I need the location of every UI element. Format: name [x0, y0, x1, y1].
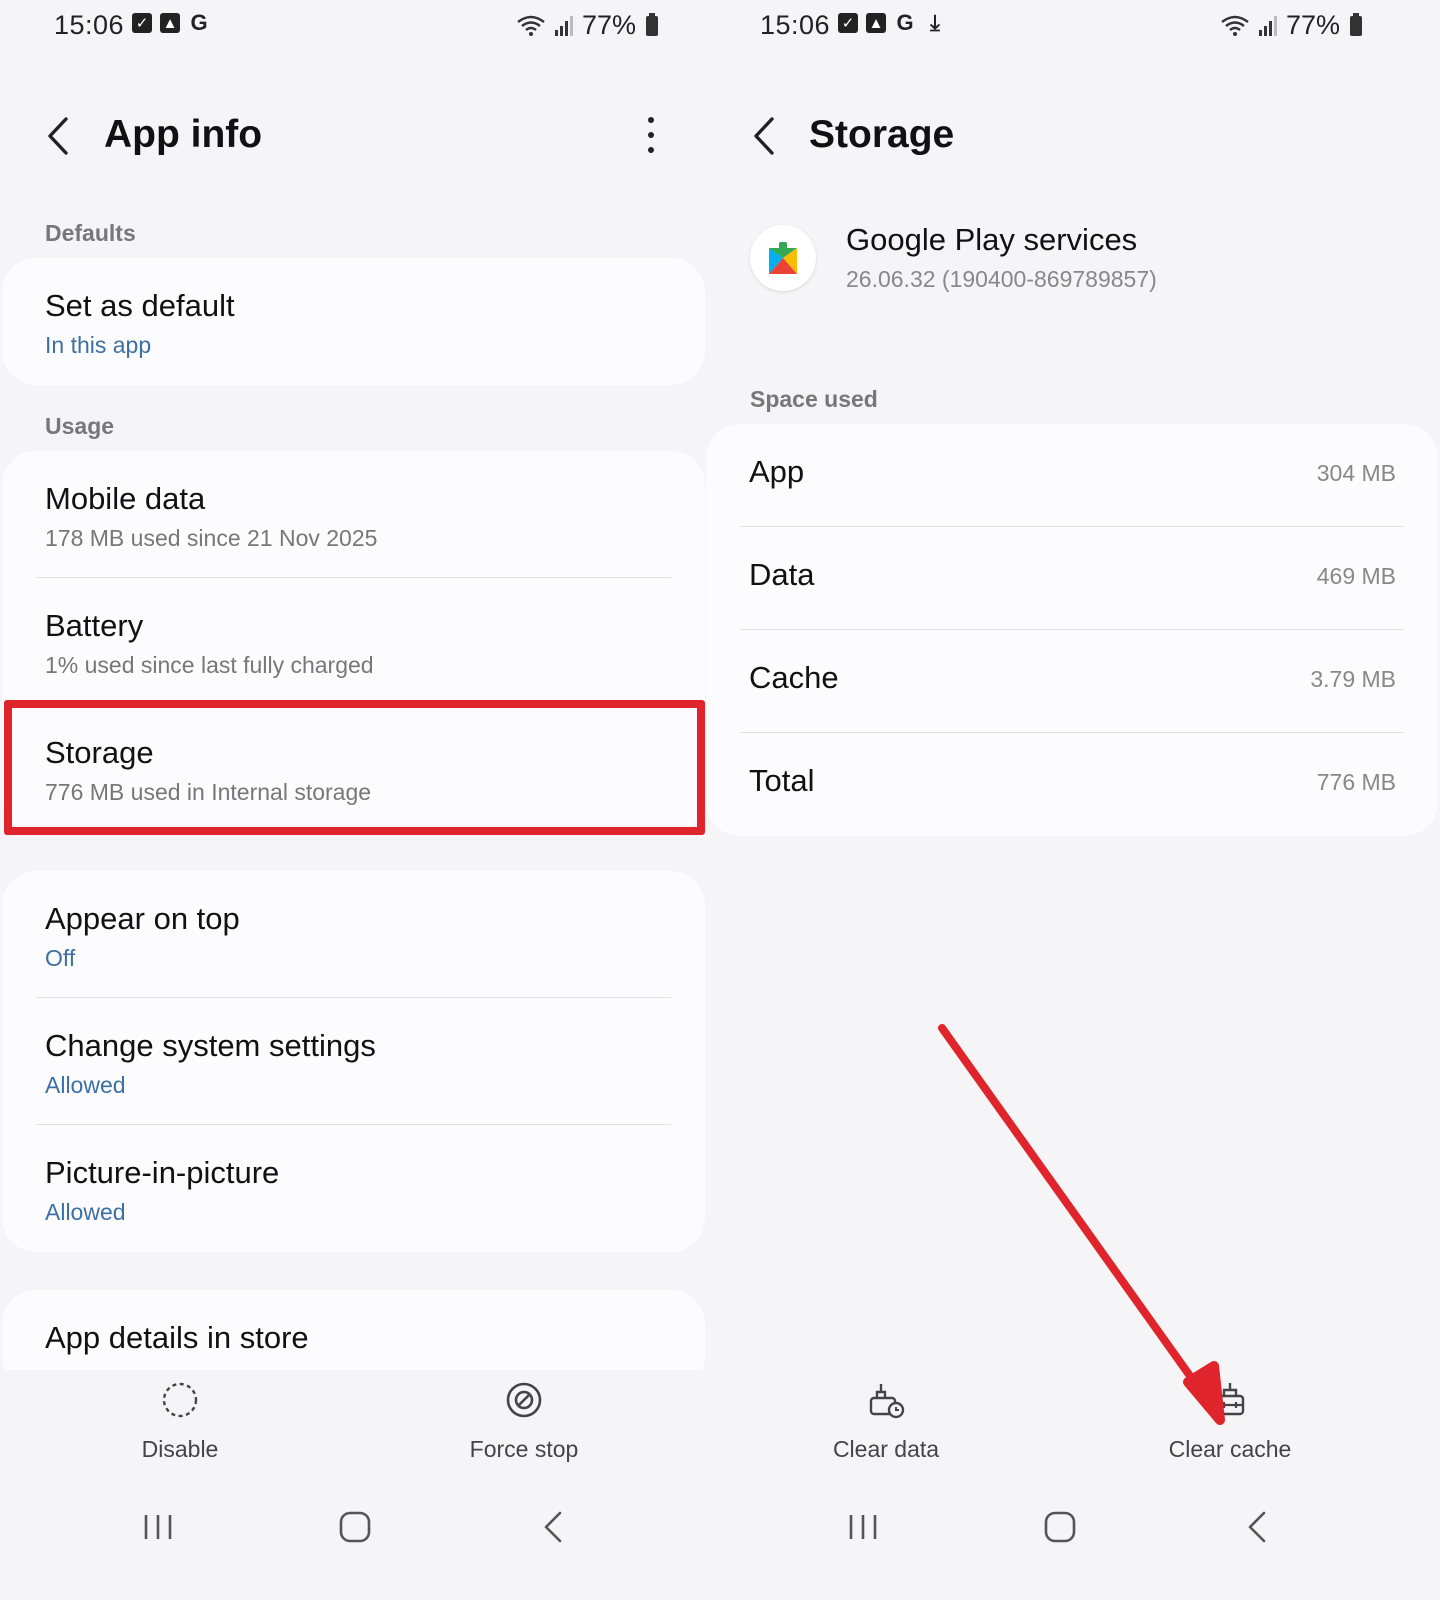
setting-subtitle: 1% used since last fully charged	[45, 652, 374, 678]
wifi-icon	[517, 15, 545, 36]
status-right: 77%	[516, 10, 658, 41]
force-stop-label: Force stop	[469, 1436, 579, 1462]
setting-mobile-data[interactable]: Mobile data 178 MB used since 21 Nov 202…	[2, 451, 705, 578]
bottom-action-bar: Disable Force stop	[0, 1370, 720, 1480]
app-version: 26.06.32 (190400-869789857)	[846, 266, 1157, 292]
space-used-card: App 304 MB Data 469 MB Cache 3.79 MB Tot…	[706, 424, 1438, 836]
system-nav-bar	[720, 1495, 1440, 1565]
home-icon[interactable]	[1040, 1507, 1080, 1547]
page-title: Storage	[809, 113, 955, 156]
status-time: 15:06	[54, 10, 125, 40]
wifi-icon	[1221, 15, 1249, 36]
more-options-icon[interactable]	[642, 117, 660, 153]
status-right: 77%	[1220, 10, 1362, 41]
bottom-action-bar: Clear data Clear cache	[720, 1370, 1440, 1480]
disable-label: Disable	[141, 1436, 219, 1462]
status-bar: 15:06 ✓ ▲ G 77%	[0, 0, 720, 56]
battery-icon	[646, 12, 658, 36]
play-services-icon	[769, 242, 797, 274]
checkbox-notification-icon: ✓	[838, 13, 858, 33]
setting-title: Appear on top	[45, 901, 240, 936]
storage-label: Data	[749, 557, 815, 592]
setting-change-system-settings[interactable]: Change system settings Allowed	[2, 998, 705, 1125]
setting-title: Change system settings	[45, 1028, 376, 1063]
storage-value: 469 MB	[1316, 563, 1396, 589]
storage-value: 3.79 MB	[1310, 666, 1396, 692]
notification-icons: ✓ ▲ G	[132, 12, 210, 34]
storage-row-cache: Cache 3.79 MB	[706, 630, 1438, 733]
storage-row-data: Data 469 MB	[706, 527, 1438, 630]
setting-subtitle: 178 MB used since 21 Nov 2025	[45, 525, 378, 551]
storage-value: 304 MB	[1316, 460, 1396, 486]
setting-subtitle: In this app	[45, 332, 152, 358]
storage-value: 776 MB	[1316, 769, 1396, 795]
storage-label: Cache	[749, 660, 839, 695]
nav-back-icon[interactable]	[1238, 1507, 1278, 1547]
setting-title: Set as default	[45, 288, 235, 323]
setting-title: App details in store	[45, 1320, 309, 1355]
clear-data-icon	[869, 1384, 905, 1419]
back-arrow-icon[interactable]	[750, 115, 780, 157]
storage-screen: 15:06 ✓ ▲ G ⤓ 77% Storage Google Play se…	[706, 0, 1440, 1600]
setting-subtitle: Allowed	[45, 1072, 126, 1098]
defaults-card: Set as default In this app	[2, 258, 705, 385]
disable-button[interactable]: Disable	[80, 1380, 280, 1463]
clear-cache-label: Clear cache	[1168, 1436, 1292, 1462]
system-nav-bar	[0, 1495, 720, 1565]
setting-title: Picture-in-picture	[45, 1155, 280, 1190]
battery-percent: 77%	[581, 10, 636, 40]
storage-row-total: Total 776 MB	[706, 733, 1438, 836]
setting-set-as-default[interactable]: Set as default In this app	[2, 258, 705, 385]
signal-icon	[554, 15, 573, 36]
battery-icon	[1350, 12, 1362, 36]
section-label-space-used: Space used	[750, 386, 878, 412]
usage-card: Mobile data 178 MB used since 21 Nov 202…	[2, 451, 705, 832]
app-bar: App info	[0, 105, 720, 175]
checkbox-notification-icon: ✓	[132, 13, 152, 33]
gallery-notification-icon: ▲	[866, 13, 886, 33]
permissions-card: Appear on top Off Change system settings…	[2, 871, 705, 1252]
setting-subtitle: 776 MB used in Internal storage	[45, 779, 372, 805]
google-notification-icon: G	[896, 10, 914, 35]
battery-percent: 77%	[1285, 10, 1340, 40]
gallery-notification-icon: ▲	[160, 13, 180, 33]
clear-data-label: Clear data	[832, 1436, 940, 1462]
setting-appear-on-top[interactable]: Appear on top Off	[2, 871, 705, 998]
google-notification-icon: G	[190, 10, 208, 35]
page-title: App info	[104, 113, 263, 156]
back-arrow-icon[interactable]	[44, 115, 74, 157]
app-bar: Storage	[720, 105, 1440, 175]
storage-row-app: App 304 MB	[706, 424, 1438, 527]
app-info-screen: 15:06 ✓ ▲ G 77% App info Defaults Set as…	[0, 0, 720, 1600]
force-stop-icon	[506, 1382, 542, 1418]
setting-storage[interactable]: Storage 776 MB used in Internal storage	[2, 705, 705, 832]
storage-label: App	[749, 454, 805, 489]
status-bar: 15:06 ✓ ▲ G ⤓ 77%	[720, 0, 1440, 56]
home-icon[interactable]	[335, 1507, 375, 1547]
signal-icon	[1258, 15, 1277, 36]
app-name: Google Play services	[846, 222, 1138, 257]
clear-data-button[interactable]: Clear data	[786, 1380, 986, 1463]
recent-apps-icon[interactable]	[138, 1507, 178, 1547]
clear-cache-button[interactable]: Clear cache	[1130, 1380, 1330, 1463]
recent-apps-icon[interactable]	[843, 1507, 883, 1547]
setting-title: Storage	[45, 735, 154, 770]
disable-icon	[162, 1382, 198, 1418]
status-time: 15:06	[760, 10, 831, 40]
setting-subtitle: Off	[45, 945, 76, 971]
nav-back-icon[interactable]	[534, 1507, 574, 1547]
notification-icons: ✓ ▲ G ⤓	[838, 12, 946, 34]
clear-cache-icon	[1215, 1383, 1245, 1416]
setting-picture-in-picture[interactable]: Picture-in-picture Allowed	[2, 1125, 705, 1252]
download-icon: ⤓	[930, 10, 940, 35]
storage-label: Total	[749, 763, 815, 798]
section-label-defaults: Defaults	[45, 220, 136, 246]
section-label-usage: Usage	[45, 413, 115, 439]
force-stop-button[interactable]: Force stop	[424, 1380, 624, 1463]
setting-subtitle: Allowed	[45, 1199, 126, 1225]
setting-title: Battery	[45, 608, 144, 643]
google-play-services-logo	[750, 225, 816, 291]
setting-battery[interactable]: Battery 1% used since last fully charged	[2, 578, 705, 705]
setting-title: Mobile data	[45, 481, 206, 516]
